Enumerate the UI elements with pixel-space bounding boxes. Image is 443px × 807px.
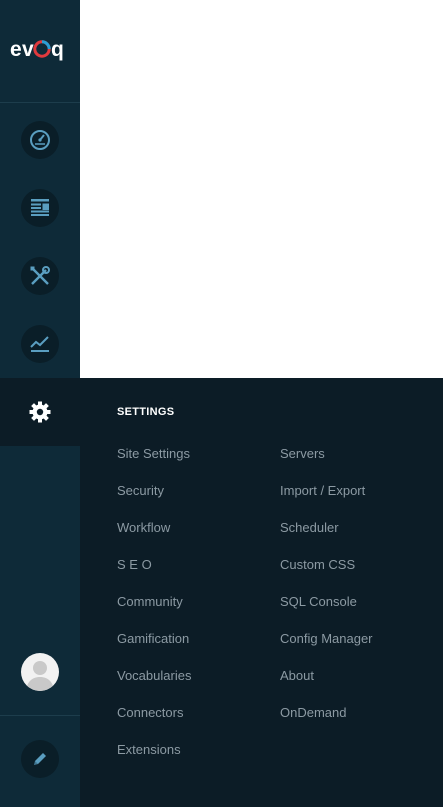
- menu-item-gamification[interactable]: Gamification: [117, 631, 191, 668]
- menu-item-community[interactable]: Community: [117, 594, 191, 631]
- settings-left-column: Site Settings Security Workflow S E O Co…: [117, 446, 191, 779]
- settings-right-column: Servers Import / Export Scheduler Custom…: [280, 446, 373, 742]
- settings-title: SETTINGS: [117, 406, 175, 418]
- nav-analytics-button[interactable]: [0, 311, 80, 377]
- pencil-icon: [21, 740, 59, 778]
- menu-item-servers[interactable]: Servers: [280, 446, 373, 483]
- menu-item-import-export[interactable]: Import / Export: [280, 483, 373, 520]
- menu-item-scheduler[interactable]: Scheduler: [280, 520, 373, 557]
- evoq-logo[interactable]: e v q: [10, 36, 72, 64]
- user-avatar[interactable]: [21, 653, 59, 691]
- menu-item-site-settings[interactable]: Site Settings: [117, 446, 191, 483]
- evoq-logo-mark: e v q: [10, 38, 64, 61]
- nav-content-button[interactable]: [0, 175, 80, 241]
- nav-dashboard-button[interactable]: [0, 107, 80, 173]
- chart-icon: [21, 325, 59, 363]
- logo-area: e v q: [0, 0, 80, 103]
- settings-flyout: SETTINGS Site Settings Security Workflow…: [80, 378, 443, 807]
- menu-item-custom-css[interactable]: Custom CSS: [280, 557, 373, 594]
- gear-icon: [29, 401, 51, 423]
- svg-text:q: q: [51, 38, 64, 61]
- menu-item-sql-console[interactable]: SQL Console: [280, 594, 373, 631]
- nav-tools-button[interactable]: [0, 243, 80, 309]
- nav-edit-button[interactable]: [0, 726, 80, 792]
- svg-text:v: v: [22, 38, 34, 61]
- svg-text:e: e: [10, 38, 22, 61]
- menu-item-workflow[interactable]: Workflow: [117, 520, 191, 557]
- menu-item-connectors[interactable]: Connectors: [117, 705, 191, 742]
- menu-item-config-manager[interactable]: Config Manager: [280, 631, 373, 668]
- menu-item-extensions[interactable]: Extensions: [117, 742, 191, 779]
- tools-icon: [21, 257, 59, 295]
- avatar-icon: [26, 661, 54, 691]
- sidebar-divider: [0, 715, 80, 716]
- sidebar: e v q: [0, 0, 80, 807]
- gauge-icon: [21, 121, 59, 159]
- menu-item-ondemand[interactable]: OnDemand: [280, 705, 373, 742]
- menu-item-security[interactable]: Security: [117, 483, 191, 520]
- nav-settings-button[interactable]: [0, 378, 80, 446]
- menu-item-seo[interactable]: S E O: [117, 557, 191, 594]
- menu-item-vocabularies[interactable]: Vocabularies: [117, 668, 191, 705]
- content-icon: [21, 189, 59, 227]
- menu-item-about[interactable]: About: [280, 668, 373, 705]
